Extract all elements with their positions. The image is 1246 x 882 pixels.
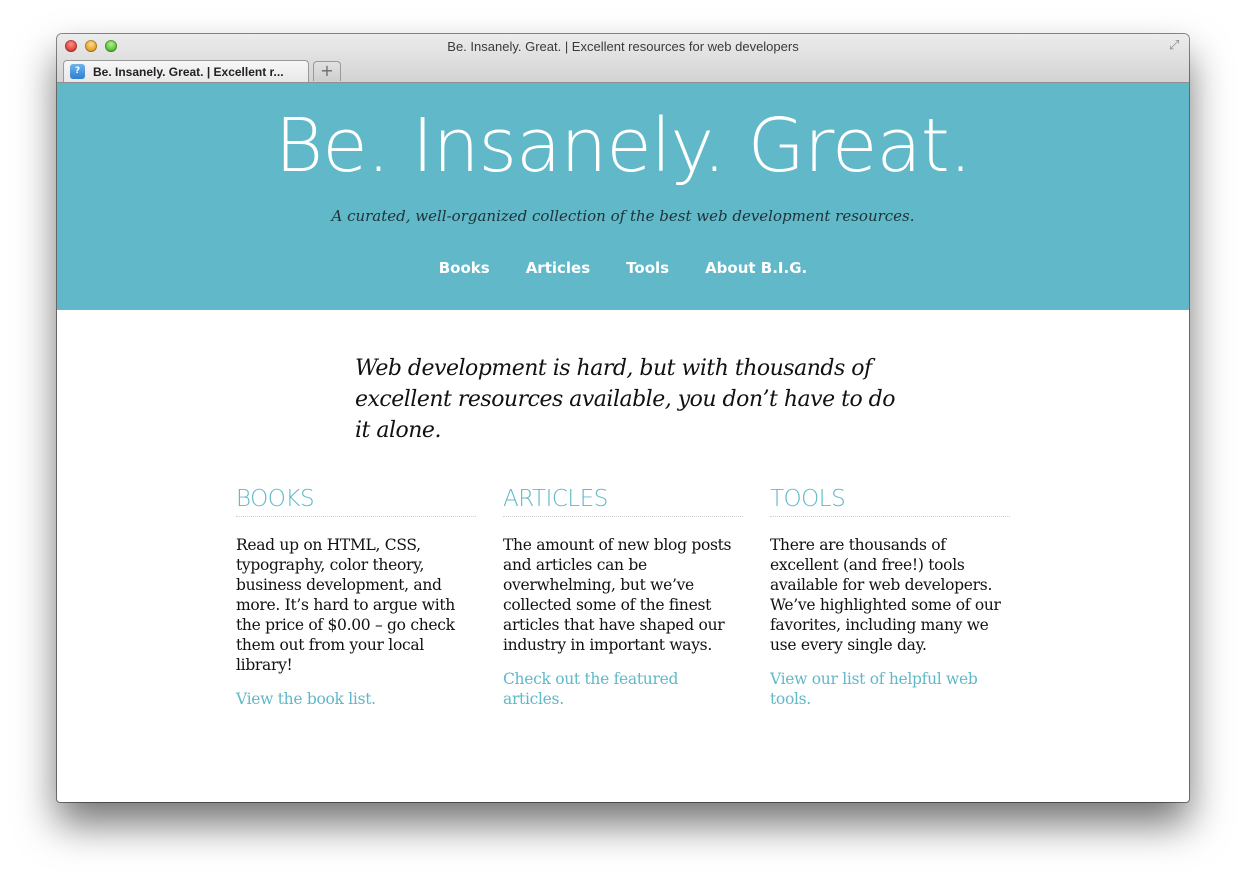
articles-link[interactable]: Check out the featured articles.: [503, 669, 743, 709]
nav-link-tools[interactable]: Tools: [626, 259, 669, 277]
browser-window: Be. Insanely. Great. | Excellent resourc…: [57, 34, 1189, 802]
section-tools: TOOLS There are thousands of excellent (…: [770, 486, 1010, 709]
intro-text: Web development is hard, but with thousa…: [355, 356, 896, 443]
nav-link-books[interactable]: Books: [439, 259, 490, 277]
site-header: Be. Insanely. Great. A curated, well-org…: [57, 83, 1189, 310]
section-body: Read up on HTML, CSS, typography, color …: [236, 536, 455, 674]
tab-label: Be. Insanely. Great. | Excellent r...: [93, 64, 284, 79]
new-tab-button[interactable]: +: [313, 61, 341, 81]
section-body: The amount of new blog posts and article…: [503, 536, 732, 654]
section-body: There are thousands of excellent (and fr…: [770, 536, 1001, 654]
nav-link-articles[interactable]: Articles: [526, 259, 590, 277]
section-books: BOOKS Read up on HTML, CSS, typography, …: [236, 486, 476, 709]
section-heading: BOOKS: [236, 486, 476, 517]
books-link[interactable]: View the book list.: [236, 689, 476, 709]
section-heading: TOOLS: [770, 486, 1010, 517]
section-heading: ARTICLES: [503, 486, 743, 517]
site-title: Be. Insanely. Great.: [274, 103, 972, 189]
window-title: Be. Insanely. Great. | Excellent resourc…: [447, 39, 799, 54]
section-articles: ARTICLES The amount of new blog posts an…: [503, 486, 743, 709]
browser-tab-active[interactable]: ? Be. Insanely. Great. | Excellent r...: [63, 60, 309, 82]
title-bar: Be. Insanely. Great. | Excellent resourc…: [57, 34, 1189, 83]
nav-link-about[interactable]: About B.I.G.: [705, 259, 807, 277]
tools-link[interactable]: View our list of helpful web tools.: [770, 669, 1010, 709]
site-tagline: A curated, well-organized collection of …: [331, 207, 915, 225]
fullscreen-icon[interactable]: ⤢: [1169, 39, 1183, 53]
sections: BOOKS Read up on HTML, CSS, typography, …: [236, 486, 1010, 709]
main-nav: Books Articles Tools About B.I.G.: [57, 259, 1189, 277]
favicon-icon: ?: [70, 64, 85, 79]
